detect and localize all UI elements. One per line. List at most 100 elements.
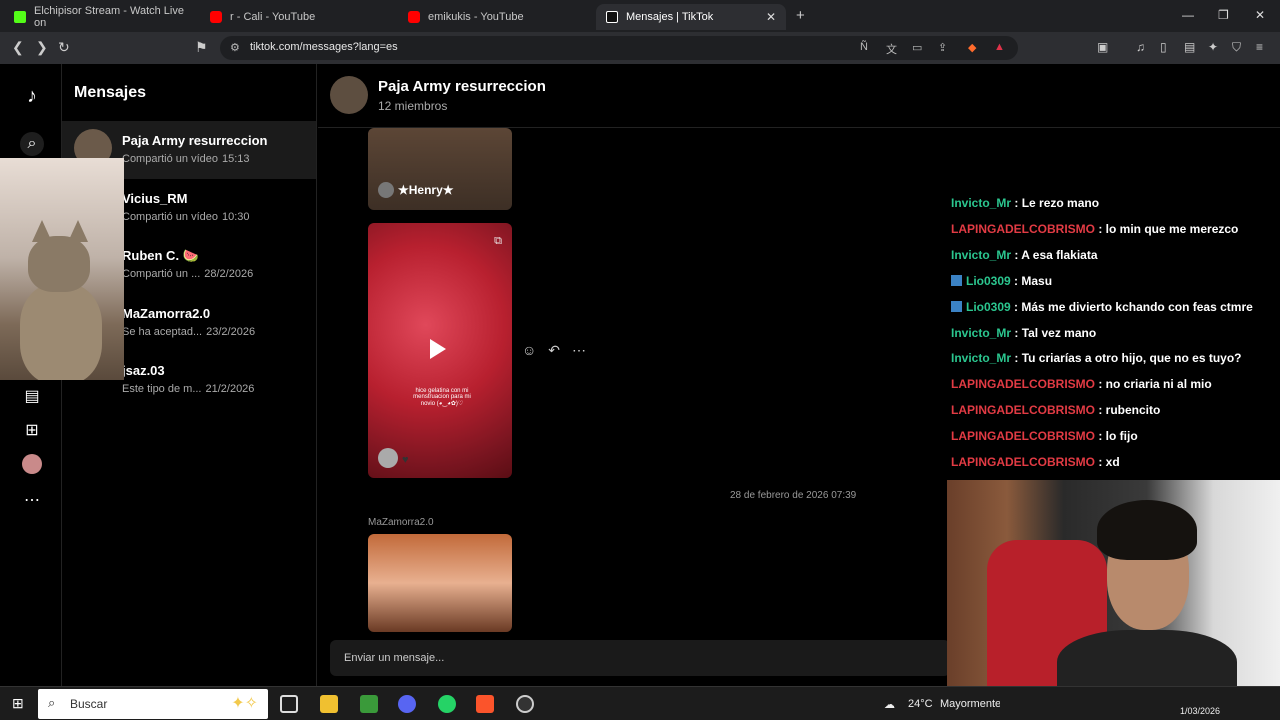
conversation-preview: Compartió un vídeo 15:13 xyxy=(122,153,250,165)
conversation-time: 21/2/2026 xyxy=(205,383,255,395)
message-placeholder: Enviar un mensaje... xyxy=(344,652,445,664)
brave-rewards-icon[interactable]: ▲ xyxy=(994,41,1005,53)
shared-video-card[interactable]: ★Henry★ xyxy=(368,128,512,210)
stream-chat-line: Lio0309 : Más me divierto kchando con fe… xyxy=(951,300,1253,314)
obs-icon[interactable] xyxy=(516,695,534,713)
brave-shield-icon[interactable]: ◆ xyxy=(968,41,976,54)
leo-icon[interactable]: ✦ xyxy=(1208,40,1218,54)
wallet-icon[interactable]: ▤ xyxy=(1184,40,1195,54)
music-icon[interactable]: ♫ xyxy=(1136,40,1145,54)
profile-avatar[interactable] xyxy=(22,454,42,474)
author-avatar xyxy=(378,182,394,198)
menu-icon[interactable]: ≡ xyxy=(1256,40,1263,54)
windows-taskbar: ⊞ ⌕ Buscar ✦✧ ☁ 24°C Mayormente nublado … xyxy=(0,686,1280,720)
taskbar-date[interactable]: 1/03/2026 xyxy=(1180,706,1220,716)
close-window-icon[interactable]: ✕ xyxy=(1255,8,1265,22)
subscriber-badge-icon xyxy=(951,301,962,312)
cat-overlay-image xyxy=(0,158,124,380)
conversation-preview: Compartió un vídeo 10:30 xyxy=(122,211,250,223)
windows-start-icon[interactable]: ⊞ xyxy=(12,696,27,711)
more-icon[interactable]: ⋯ xyxy=(20,488,44,512)
tab-label: r - Cali - YouTube xyxy=(230,11,316,23)
streamer-hair xyxy=(1097,500,1197,560)
member-count[interactable]: 12 miembros xyxy=(378,99,447,113)
screenshot-icon[interactable]: ▣ xyxy=(1097,40,1108,54)
video-author: ★Henry★ xyxy=(378,182,454,198)
group-avatar[interactable] xyxy=(330,76,368,114)
file-explorer-icon[interactable] xyxy=(320,695,338,713)
conversation-name: Vicius_RM xyxy=(122,191,188,206)
taskbar-search[interactable]: ⌕ Buscar ✦✧ xyxy=(38,689,268,719)
stream-chat-line: LAPINGADELCOBRISMO : lo min que me merez… xyxy=(951,222,1239,236)
conversation-name: Paja Army resurreccion xyxy=(122,133,268,148)
task-view-icon[interactable] xyxy=(280,695,298,713)
sparkle-icon: ✦✧ xyxy=(231,695,258,712)
shared-video-card[interactable]: ⧉ hice gelatina con mi menstruacion para… xyxy=(368,223,512,478)
tiktok-icon xyxy=(606,11,618,23)
url-text[interactable]: tiktok.com/messages?lang=es xyxy=(250,41,398,53)
weather-temp[interactable]: 24°C xyxy=(908,698,933,710)
conversation-name: jsaz.03 xyxy=(122,363,165,378)
conversation-preview: Compartió un ... 28/2/2026 xyxy=(122,268,254,280)
subscriber-badge-icon xyxy=(951,275,962,286)
tab-label: Elchipisor Stream - Watch Live on xyxy=(34,5,184,29)
streamer-shirt xyxy=(1057,630,1237,686)
stream-chat-line: Invicto_Mr : Tu criarías a otro hijo, qu… xyxy=(951,351,1242,365)
stream-chat-line: LAPINGADELCOBRISMO : xd xyxy=(951,455,1120,469)
stream-chat-line: Invicto_Mr : Le rezo mano xyxy=(951,196,1100,210)
discord-icon[interactable] xyxy=(398,695,416,713)
search-icon[interactable]: ⌕ xyxy=(20,132,44,156)
minimize-icon[interactable]: — xyxy=(1182,8,1194,22)
conversation-name: Ruben C. 🍉 xyxy=(122,248,199,263)
whatsapp-icon[interactable] xyxy=(438,695,456,713)
conversation-name: MaZamorra2.0 xyxy=(122,306,211,321)
react-icon[interactable]: ☺ xyxy=(522,342,536,359)
cast-icon[interactable]: ▭ xyxy=(912,41,922,54)
back-icon[interactable]: ❮ xyxy=(12,39,24,56)
brave-icon[interactable] xyxy=(476,695,494,713)
sidebar-icon[interactable]: ▯ xyxy=(1160,40,1167,54)
upload-icon[interactable]: ⊞ xyxy=(20,418,44,442)
site-info-icon[interactable]: ⚙ xyxy=(230,41,240,54)
play-icon[interactable] xyxy=(430,339,446,359)
messages-icon[interactable]: ▤ xyxy=(20,384,44,408)
weather-news[interactable]: Mayormente nublado xyxy=(940,698,1000,710)
reload-icon[interactable]: ↻ xyxy=(58,39,70,56)
open-video-icon[interactable]: ⧉ xyxy=(494,235,502,248)
stream-chat-line: Invicto_Mr : Tal vez mano xyxy=(951,326,1097,340)
shared-video-card[interactable] xyxy=(368,534,512,632)
tab-kick[interactable]: Elchipisor Stream - Watch Live on xyxy=(4,4,194,30)
tab-label: emikukis - YouTube xyxy=(428,11,524,23)
chat-title[interactable]: Paja Army resurreccion xyxy=(378,78,546,95)
vpn-icon[interactable]: ⛉ xyxy=(1232,40,1241,55)
translate-icon[interactable]: 文 xyxy=(886,41,897,57)
weather-icon[interactable]: ☁ xyxy=(884,698,895,711)
tiktok-logo-icon[interactable]: ♪ xyxy=(20,84,44,108)
forward-icon[interactable]: ❯ xyxy=(36,39,48,56)
heart-icon: ♥ xyxy=(402,454,409,466)
message-input[interactable]: Enviar un mensaje... xyxy=(330,640,950,676)
more-options-icon[interactable]: ⋯ xyxy=(572,342,586,359)
tab-youtube-emikukis[interactable]: emikukis - YouTube xyxy=(398,4,593,30)
new-tab-button[interactable]: + xyxy=(796,7,805,24)
conversation-preview: Este tipo de m... 21/2/2026 xyxy=(122,383,255,395)
translate-off-icon[interactable]: Ñ xyxy=(860,41,868,53)
sender-name: MaZamorra2.0 xyxy=(368,517,434,528)
browser-tab-bar: Elchipisor Stream - Watch Live on r - Ca… xyxy=(0,0,1280,32)
close-tab-icon[interactable]: ✕ xyxy=(766,10,776,24)
conversation-time: 15:13 xyxy=(222,153,250,165)
minecraft-icon[interactable] xyxy=(360,695,378,713)
tab-youtube-cali[interactable]: r - Cali - YouTube xyxy=(200,4,395,30)
share-icon[interactable]: ⇪ xyxy=(938,41,947,54)
browser-toolbar: ❮ ❯ ↻ ⚑ ⚙ tiktok.com/messages?lang=es Ñ … xyxy=(0,32,1280,64)
address-bar[interactable]: ⚙ tiktok.com/messages?lang=es Ñ 文 ▭ ⇪ ◆ … xyxy=(220,36,1018,60)
bookmark-icon[interactable]: ⚑ xyxy=(195,39,208,56)
youtube-icon xyxy=(408,11,420,23)
tab-tiktok-messages[interactable]: Mensajes | TikTok ✕ xyxy=(596,4,786,30)
cat-head xyxy=(28,236,90,292)
stream-chat-line: LAPINGADELCOBRISMO : no criaria ni al mi… xyxy=(951,377,1212,391)
restore-icon[interactable]: ❐ xyxy=(1218,8,1229,22)
message-actions: ☺ ↶ ⋯ xyxy=(522,342,586,359)
stream-chat-line: Lio0309 : Masu xyxy=(951,274,1052,288)
reply-icon[interactable]: ↶ xyxy=(548,342,560,359)
